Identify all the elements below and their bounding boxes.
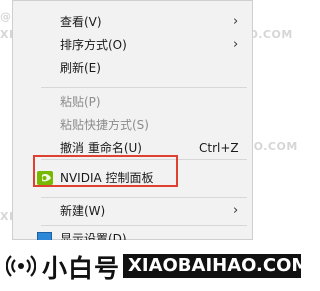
menu-separator (41, 87, 247, 88)
menu-item-paste[interactable]: 粘贴(P) (13, 91, 252, 113)
screen: @小白号 XIAOBAIHAO.COM @小白号 XIAOBAIHAO.COM … (0, 0, 301, 291)
menu-item-label: 粘贴快捷方式(S) (60, 118, 149, 132)
menu-item-label: 刷新(E) (60, 61, 101, 75)
chevron-right-icon: › (233, 203, 239, 218)
signal-broadcast-icon (6, 255, 36, 277)
chevron-right-icon: › (233, 37, 239, 52)
menu-separator (41, 197, 247, 198)
menu-item-view[interactable]: 查看(V) › (13, 11, 252, 33)
menu-item-label: 查看(V) (60, 15, 102, 29)
menu-item-shortcut: Ctrl+Z (199, 141, 239, 155)
context-menu: 查看(V) › 排序方式(O) › 刷新(E) 粘贴(P) 粘贴快捷方式(S) … (12, 0, 253, 246)
menu-item-new[interactable]: 新建(W) › (13, 200, 252, 222)
menu-separator (41, 225, 247, 226)
menu-item-refresh[interactable]: 刷新(E) (13, 57, 252, 79)
brand-name: 小白号 (42, 254, 121, 283)
highlight-box (33, 155, 178, 187)
brand-domain: XIAOBAIHAO.COM (123, 254, 301, 278)
menu-item-paste-shortcut[interactable]: 粘贴快捷方式(S) (13, 114, 252, 136)
menu-item-sort-by[interactable]: 排序方式(O) › (13, 34, 252, 56)
menu-item-label: 粘贴(P) (60, 95, 101, 109)
menu-item-label: 排序方式(O) (60, 38, 127, 52)
brand-banner: 小白号 XIAOBAIHAO.COM (0, 240, 301, 291)
menu-item-label: 新建(W) (60, 204, 106, 218)
chevron-right-icon: › (233, 14, 239, 29)
